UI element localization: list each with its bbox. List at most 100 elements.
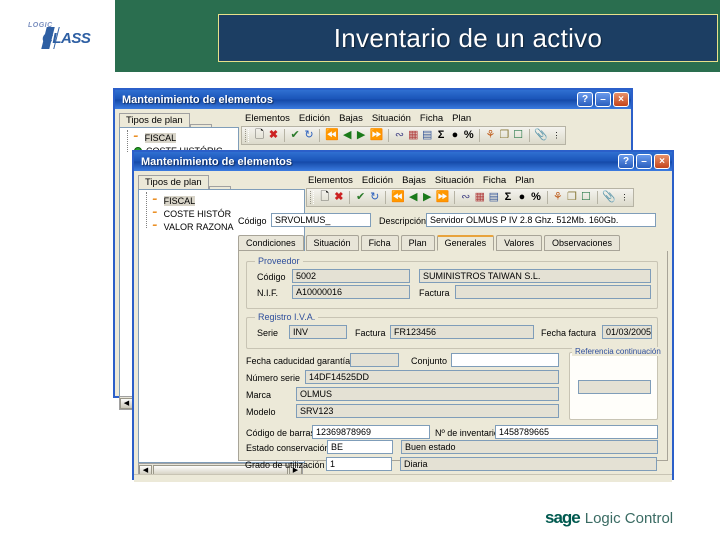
export-icon[interactable]: ☐	[513, 128, 524, 143]
more-options-icon[interactable]: ⋮	[619, 190, 630, 205]
menu-situacion[interactable]: Situación	[435, 175, 474, 186]
delete-red-x-icon[interactable]: ✖	[268, 128, 279, 143]
copy-icon[interactable]: ❐	[499, 128, 510, 143]
minimize-button[interactable]: –	[636, 154, 652, 169]
marca-input[interactable]: OLMUS	[296, 387, 559, 401]
toolbar-grip[interactable]	[245, 129, 250, 142]
last-record-icon[interactable]: ⏩	[436, 190, 450, 205]
export-icon[interactable]: ☐	[580, 190, 591, 205]
menu-plan[interactable]: Plan	[515, 175, 534, 186]
bullet-icon[interactable]: ●	[449, 128, 460, 143]
filter-icon[interactable]: ⚘	[485, 128, 496, 143]
tab-situacion[interactable]: Situación	[305, 235, 359, 251]
tab-plan[interactable]: Plan	[400, 235, 435, 251]
menu-ficha[interactable]: Ficha	[483, 175, 506, 186]
sum-sigma-icon[interactable]: Σ	[436, 128, 447, 143]
toolbar-grip[interactable]	[310, 191, 315, 204]
back-toolbar[interactable]: 🗋 ✖ ✔ ↻ ⏪ ◀ ▶ ⏩ ∾ ▦ ▤ Σ ● % ⚘ ❐ ☐ 📎 ⋮	[241, 126, 566, 145]
menu-situacion[interactable]: Situación	[372, 113, 411, 124]
back-window-titlebar[interactable]: Mantenimiento de elementos ? – ×	[115, 90, 631, 109]
conjunto-input[interactable]	[451, 353, 559, 367]
grid-table-icon[interactable]: ▦	[408, 128, 419, 143]
previous-record-icon[interactable]: ◀	[342, 128, 353, 143]
grid-table-icon[interactable]: ▦	[474, 190, 485, 205]
codigo-barras-input[interactable]: 12369878969	[312, 425, 430, 439]
tab-ficha[interactable]: Ficha	[360, 235, 399, 251]
help-button[interactable]: ?	[577, 92, 593, 107]
new-document-icon[interactable]: 🗋	[319, 190, 330, 205]
descripcion-input[interactable]: Servidor OLMUS P IV 2.8 Ghz. 512Mb. 160G…	[426, 213, 656, 227]
proveedor-factura-input[interactable]	[455, 285, 651, 299]
first-record-icon[interactable]: ⏪	[391, 190, 405, 205]
new-document-icon[interactable]: 🗋	[254, 128, 265, 143]
sum-sigma-icon[interactable]: Σ	[502, 190, 513, 205]
menu-edicion[interactable]: Edición	[362, 175, 393, 186]
tab-observaciones[interactable]: Observaciones	[543, 235, 621, 251]
last-record-icon[interactable]: ⏩	[370, 128, 384, 143]
grado-utilizacion-code-input[interactable]: 1	[326, 457, 392, 471]
proveedor-nif-input[interactable]: A10000016	[292, 285, 410, 299]
detail-tabstrip[interactable]: Condiciones Situación Ficha Plan General…	[238, 235, 622, 251]
front-menubar[interactable]: Elementos Edición Bajas Situación Ficha …	[308, 175, 534, 186]
minimize-button[interactable]: –	[595, 92, 611, 107]
tab-generales[interactable]: Generales	[436, 235, 495, 251]
estado-conservacion-code-input[interactable]: BE	[327, 440, 393, 454]
tab-valores[interactable]: Valores	[496, 235, 542, 251]
confirm-check-icon[interactable]: ✔	[290, 128, 301, 143]
back-window-titlebar-buttons[interactable]: ? – ×	[577, 92, 629, 107]
link-icon[interactable]: ∾	[460, 190, 471, 205]
more-options-icon[interactable]: ⋮	[551, 128, 562, 143]
link-icon[interactable]: ∾	[394, 128, 405, 143]
menu-plan[interactable]: Plan	[452, 113, 471, 124]
refresh-icon[interactable]: ↻	[304, 128, 315, 143]
copy-icon[interactable]: ❐	[566, 190, 577, 205]
tree-item-fiscal[interactable]: ╴ FISCAL	[120, 131, 238, 144]
report-icon[interactable]: ▤	[422, 128, 433, 143]
first-record-icon[interactable]: ⏪	[325, 128, 339, 143]
help-button[interactable]: ?	[618, 154, 634, 169]
attachment-clip-icon[interactable]: 📎	[602, 190, 616, 205]
front-window-titlebar-buttons[interactable]: ? – ×	[618, 154, 670, 169]
menu-bajas[interactable]: Bajas	[402, 175, 426, 186]
percent-icon[interactable]: %	[531, 190, 542, 205]
previous-record-icon[interactable]: ◀	[408, 190, 419, 205]
codigo-input[interactable]: SRVOLMUS_	[271, 213, 371, 227]
menu-edicion[interactable]: Edición	[299, 113, 330, 124]
next-record-icon[interactable]: ▶	[422, 190, 433, 205]
numero-serie-input[interactable]: 14DF14525DD	[305, 370, 559, 384]
iva-fecha-factura-input[interactable]: 01/03/2005	[602, 325, 652, 339]
modelo-input[interactable]: SRV123	[296, 404, 559, 418]
close-button[interactable]: ×	[613, 92, 629, 107]
percent-icon[interactable]: %	[463, 128, 474, 143]
front-toolbar[interactable]: 🗋 ✖ ✔ ↻ ⏪ ◀ ▶ ⏩ ∾ ▦ ▤ Σ ● % ⚘ ❐ ☐ 📎 ⋮	[306, 188, 634, 207]
front-window-titlebar[interactable]: Mantenimiento de elementos ? – ×	[134, 152, 672, 171]
back-side-tabstrip[interactable]: Tipos de plan	[119, 112, 212, 128]
iva-serie-input[interactable]: INV	[289, 325, 347, 339]
menu-bajas[interactable]: Bajas	[339, 113, 363, 124]
menu-elementos[interactable]: Elementos	[245, 113, 290, 124]
iva-factura-input[interactable]: FR123456	[390, 325, 534, 339]
delete-red-x-icon[interactable]: ✖	[333, 190, 344, 205]
back-menubar[interactable]: Elementos Edición Bajas Situación Ficha …	[245, 113, 471, 124]
menu-elementos[interactable]: Elementos	[308, 175, 353, 186]
proveedor-codigo-input[interactable]: 5002	[292, 269, 410, 283]
front-window[interactable]: Mantenimiento de elementos ? – × Tipos d…	[132, 150, 674, 482]
refresh-icon[interactable]: ↻	[369, 190, 380, 205]
filter-icon[interactable]: ⚘	[552, 190, 563, 205]
tab-condiciones[interactable]: Condiciones	[238, 235, 304, 251]
bullet-icon[interactable]: ●	[516, 190, 527, 205]
tree-item-fiscal[interactable]: ╴ FISCAL	[139, 194, 304, 207]
attachment-clip-icon[interactable]: 📎	[534, 128, 548, 143]
front-tab-tipos-de-plan[interactable]: Tipos de plan	[138, 175, 209, 190]
front-side-tabstrip[interactable]: Tipos de plan	[138, 174, 231, 190]
num-inventario-input[interactable]: 1458789665	[495, 425, 658, 439]
menu-ficha[interactable]: Ficha	[420, 113, 443, 124]
close-button[interactable]: ×	[654, 154, 670, 169]
fecha-garantia-input[interactable]	[350, 353, 399, 367]
report-icon[interactable]: ▤	[488, 190, 499, 205]
confirm-check-icon[interactable]: ✔	[355, 190, 366, 205]
referencia-continuacion-input[interactable]	[578, 380, 651, 394]
back-tab-tipos-de-plan[interactable]: Tipos de plan	[119, 113, 190, 128]
next-record-icon[interactable]: ▶	[356, 128, 367, 143]
proveedor-nombre-input[interactable]: SUMINISTROS TAIWAN S.L.	[419, 269, 651, 283]
